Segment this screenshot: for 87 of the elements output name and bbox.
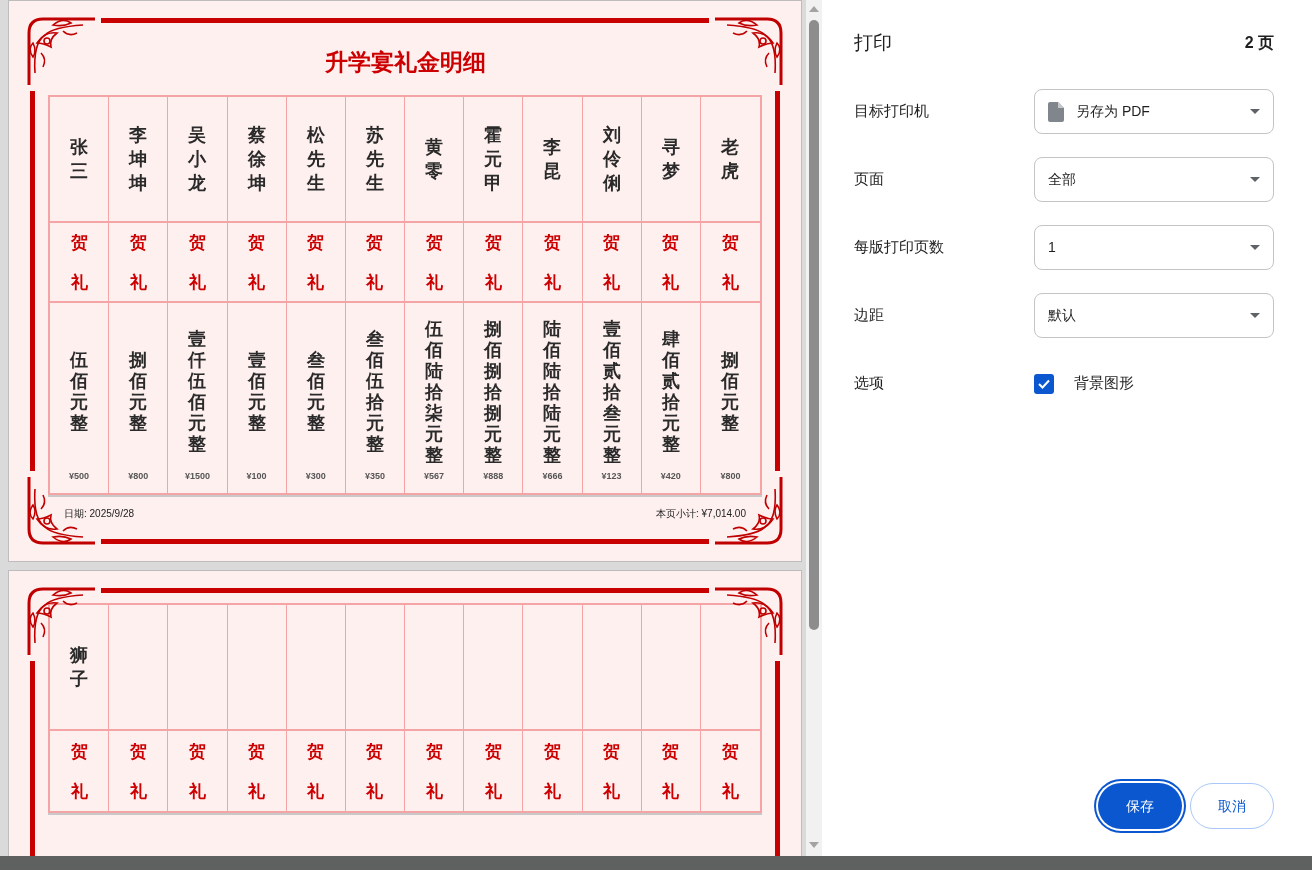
greeting-text: 贺礼 <box>484 740 502 803</box>
guest-name: 苏先生 <box>365 123 384 195</box>
greeting-text: 贺礼 <box>603 740 621 803</box>
greeting-text: 贺礼 <box>70 740 88 803</box>
amount-in-words: 叁佰元整 <box>306 349 325 434</box>
amount-in-words: 叁佰伍拾元整 <box>365 328 384 455</box>
greeting-text: 贺礼 <box>366 231 384 294</box>
greeting-text: 贺礼 <box>425 740 443 803</box>
amount-text: ¥420 <box>660 469 681 483</box>
amount-in-words: 伍佰陆拾柒元整 <box>425 317 444 465</box>
greeting-text: 贺礼 <box>484 231 502 294</box>
greeting-text: 贺礼 <box>366 740 384 803</box>
greeting-text: 贺礼 <box>129 740 147 803</box>
amount-text: ¥666 <box>542 469 563 483</box>
amount-in-words: 捌佰元整 <box>721 349 740 434</box>
guest-name: 狮子 <box>70 643 89 691</box>
amount-in-words: 陆佰陆拾陆元整 <box>543 317 562 465</box>
amount-text: ¥123 <box>601 469 622 483</box>
amount-text: ¥100 <box>246 469 267 483</box>
subtotal-text: 本页小计: ¥7,014.00 <box>655 507 746 521</box>
amount-in-words: 捌佰捌拾捌元整 <box>484 317 503 465</box>
amount-in-words: 肆佰贰拾元整 <box>661 328 680 455</box>
checkbox-label: 背景图形 <box>1074 373 1134 394</box>
greeting-text: 贺礼 <box>248 231 266 294</box>
guest-name: 蔡徐坤 <box>247 123 266 195</box>
greeting-text: 贺礼 <box>603 231 621 294</box>
guest-name: 李坤坤 <box>129 123 148 195</box>
greeting-text: 贺礼 <box>188 740 206 803</box>
amount-text: ¥300 <box>305 469 326 483</box>
check-icon <box>1038 378 1050 389</box>
amount-in-words: 伍佰元整 <box>70 349 89 434</box>
amount-in-words: 捌佰元整 <box>129 349 148 434</box>
guest-name: 松先生 <box>306 123 325 195</box>
greeting-text: 贺礼 <box>543 231 561 294</box>
greeting-text: 贺礼 <box>543 740 561 803</box>
date-text: 日期: 2025/9/28 <box>64 507 135 521</box>
caret-icon <box>1250 313 1260 318</box>
guest-name: 霍元甲 <box>484 123 503 195</box>
amount-text: ¥500 <box>69 469 90 483</box>
amount-text: ¥800 <box>720 469 741 483</box>
caret-icon <box>1250 177 1260 182</box>
greeting-text: 贺礼 <box>662 740 680 803</box>
scrollbar[interactable] <box>806 0 822 856</box>
scroll-down-arrow-icon[interactable] <box>809 842 819 848</box>
setting-select[interactable]: 另存为 PDF <box>1034 89 1274 134</box>
greeting-text: 贺礼 <box>188 231 206 294</box>
greeting-text: 贺礼 <box>662 231 680 294</box>
setting-select[interactable]: 全部 <box>1034 157 1274 202</box>
amount-text: ¥800 <box>128 469 149 483</box>
caret-icon <box>1250 109 1260 114</box>
scroll-up-arrow-icon[interactable] <box>809 6 819 12</box>
greeting-text: 贺礼 <box>425 231 443 294</box>
guest-name: 老虎 <box>721 135 740 183</box>
setting-label: 每版打印页数 <box>854 237 945 258</box>
page-count: 2 页 <box>1244 33 1274 53</box>
greeting-text: 贺礼 <box>721 231 739 294</box>
greeting-text: 贺礼 <box>307 231 325 294</box>
amount-text: ¥567 <box>424 469 445 483</box>
setting-label: 页面 <box>854 169 885 190</box>
greeting-text: 贺礼 <box>129 231 147 294</box>
panel-title: 打印 <box>854 30 892 55</box>
guest-name: 寻梦 <box>661 135 680 183</box>
amount-in-words: 壹佰贰拾叁元整 <box>602 317 621 465</box>
setting-label: 边距 <box>854 305 885 326</box>
guest-name: 刘伶俐 <box>602 123 621 195</box>
setting-select[interactable]: 默认 <box>1034 293 1274 338</box>
greeting-text: 贺礼 <box>721 740 739 803</box>
guest-name: 李昆 <box>543 135 562 183</box>
amount-text: ¥350 <box>364 469 385 483</box>
setting-select[interactable]: 1 <box>1034 225 1274 270</box>
amount-in-words: 壹仟伍佰元整 <box>188 328 207 455</box>
amount-text: ¥888 <box>483 469 504 483</box>
cancel-button[interactable]: 取消 <box>1190 783 1274 829</box>
scrollbar-thumb[interactable] <box>809 20 819 630</box>
greeting-text: 贺礼 <box>307 740 325 803</box>
guest-name: 吴小龙 <box>188 123 207 195</box>
guest-name: 张三 <box>70 135 89 183</box>
amount-text: ¥1500 <box>184 469 210 483</box>
guest-name: 黄零 <box>425 135 444 183</box>
greeting-text: 贺礼 <box>248 740 266 803</box>
checkbox[interactable] <box>1034 373 1054 394</box>
setting-label: 目标打印机 <box>854 101 930 122</box>
page-title: 升学宴礼金明细 <box>324 47 486 77</box>
amount-in-words: 壹佰元整 <box>247 349 266 434</box>
setting-label: 选项 <box>854 373 885 394</box>
greeting-text: 贺礼 <box>70 231 88 294</box>
caret-icon <box>1250 245 1260 250</box>
